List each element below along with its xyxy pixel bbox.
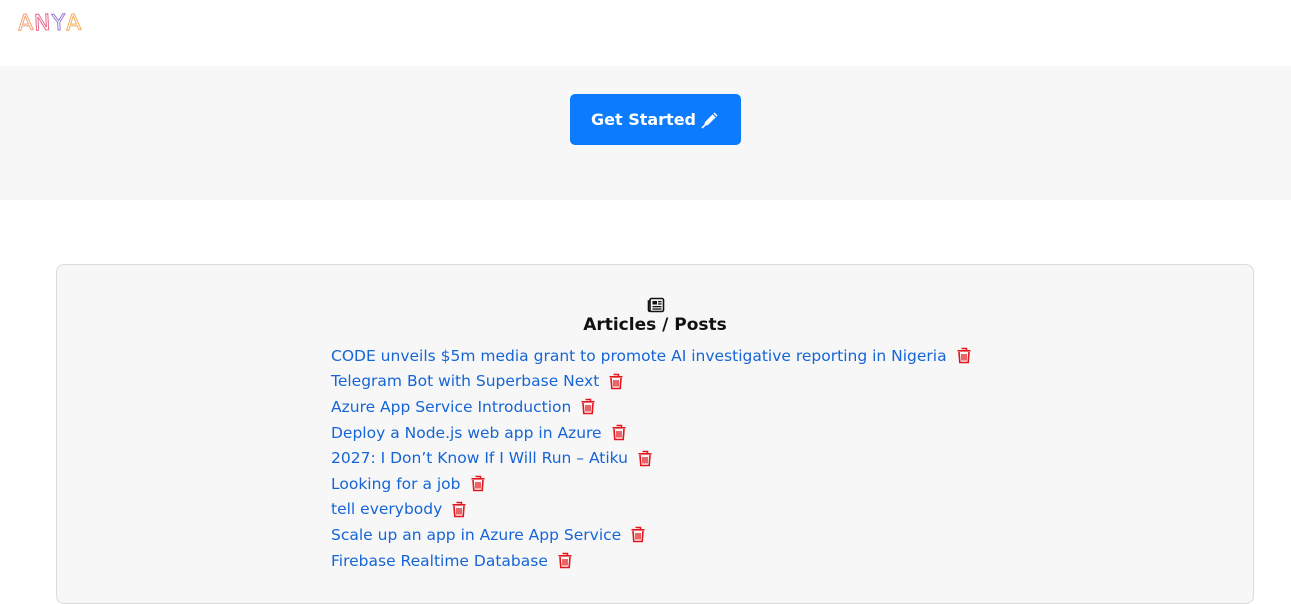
articles-list: CODE unveils $5m media grant to promote … xyxy=(331,343,972,573)
article-link[interactable]: Deploy a Node.js web app in Azure xyxy=(331,424,602,442)
logo-letter: N xyxy=(33,10,53,37)
article-link[interactable]: Looking for a job xyxy=(331,475,461,493)
trash-icon[interactable] xyxy=(637,450,653,467)
logo-letter: Y xyxy=(50,10,67,37)
article-link[interactable]: Telegram Bot with Superbase Next xyxy=(331,372,599,390)
trash-icon[interactable] xyxy=(608,373,624,390)
list-item: Telegram Bot with Superbase Next xyxy=(331,369,972,395)
article-link[interactable]: CODE unveils $5m media grant to promote … xyxy=(331,347,947,365)
list-item: Looking for a job xyxy=(331,471,972,497)
get-started-button[interactable]: Get Started xyxy=(570,94,741,145)
list-item: Azure App Service Introduction xyxy=(331,394,972,420)
trash-icon[interactable] xyxy=(630,526,646,543)
trash-icon[interactable] xyxy=(557,552,573,569)
list-item: Firebase Realtime Database xyxy=(331,548,972,574)
list-item: CODE unveils $5m media grant to promote … xyxy=(331,343,972,369)
pen-icon xyxy=(701,112,718,128)
list-item: tell everybody xyxy=(331,497,972,523)
trash-icon[interactable] xyxy=(470,475,486,492)
newspaper-icon xyxy=(647,297,665,313)
article-link[interactable]: 2027: I Don’t Know If I Will Run – Atiku xyxy=(331,449,628,467)
logo-letter: A xyxy=(17,10,35,37)
list-item: Deploy a Node.js web app in Azure xyxy=(331,420,972,446)
articles-card: Articles / Posts CODE unveils $5m media … xyxy=(56,264,1254,604)
trash-icon[interactable] xyxy=(451,501,467,518)
articles-title: Articles / Posts xyxy=(583,315,727,335)
trash-icon[interactable] xyxy=(611,424,627,441)
article-link[interactable]: Scale up an app in Azure App Service xyxy=(331,526,621,544)
list-item: Scale up an app in Azure App Service xyxy=(331,522,972,548)
hero-section: Get Started xyxy=(0,66,1291,200)
article-link[interactable]: Azure App Service Introduction xyxy=(331,398,571,416)
trash-icon[interactable] xyxy=(956,347,972,364)
article-link[interactable]: Firebase Realtime Database xyxy=(331,552,548,570)
logo-letter: A xyxy=(65,10,83,37)
top-navbar: A N Y A xyxy=(0,0,1291,66)
article-link[interactable]: tell everybody xyxy=(331,500,442,518)
brand-logo[interactable]: A N Y A xyxy=(17,10,83,37)
list-item: 2027: I Don’t Know If I Will Run – Atiku xyxy=(331,445,972,471)
get-started-label: Get Started xyxy=(590,110,696,129)
trash-icon[interactable] xyxy=(580,398,596,415)
